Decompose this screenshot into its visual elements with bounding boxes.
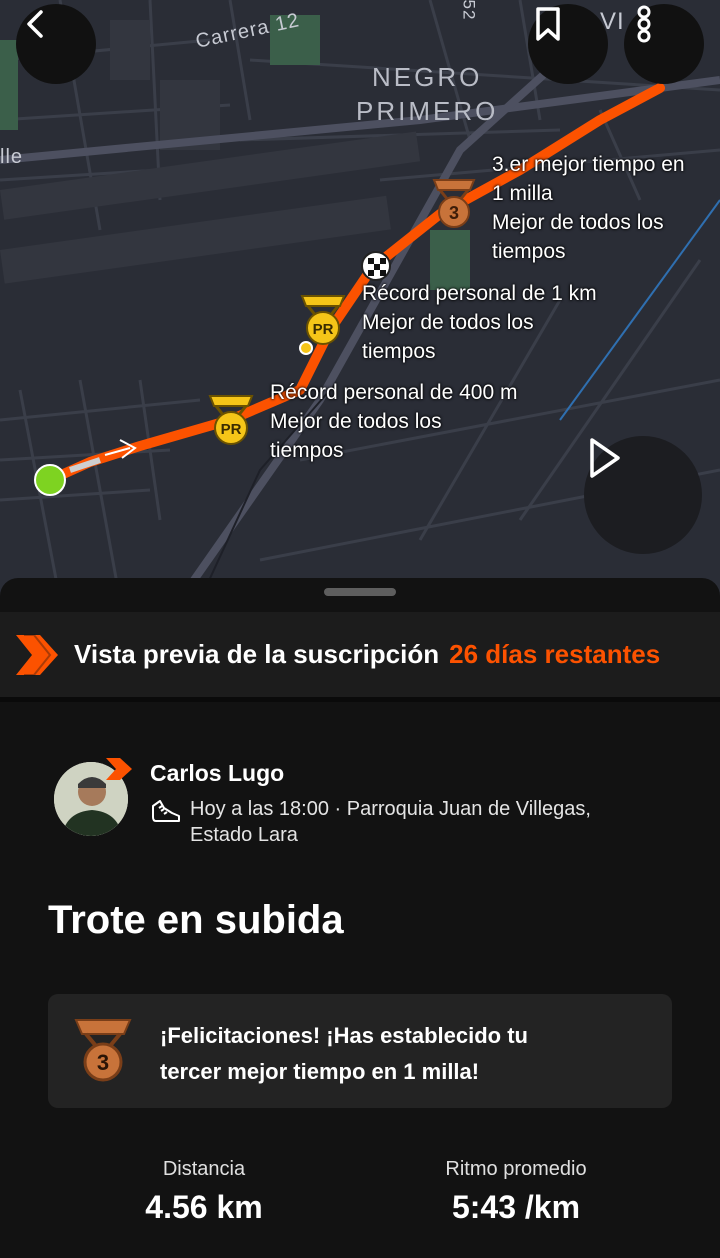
stat-distance: Distancia 4.56 km [74, 1158, 334, 1226]
segment-annotation-1km: Récord personal de 1 km Mejor de todos l… [362, 279, 597, 366]
achievement-message: ¡Felicitaciones! ¡Has establecido tu ter… [160, 1018, 640, 1090]
annotation-line: tiempos [492, 240, 566, 263]
svg-text:PR: PR [221, 421, 242, 438]
segment-annotation-400m: Récord personal de 400 m Mejor de todos … [270, 378, 517, 465]
bookmark-icon [536, 7, 560, 41]
achievement-card[interactable]: 3 ¡Felicitaciones! ¡Has establecido tu t… [48, 994, 672, 1108]
activity-time-location: Hoy a las 18:00 · Parroquia Juan de Vill… [190, 798, 591, 820]
annotation-line: Mejor de todos los [492, 211, 664, 234]
subscriber-badge-icon [106, 758, 132, 780]
pr-medal-icon: PR [300, 295, 346, 345]
promo-title: Vista previa de la suscripción [74, 639, 440, 669]
back-button[interactable] [16, 4, 96, 84]
achievement-line: tercer mejor tiempo en 1 milla! [160, 1059, 480, 1084]
achievement-line: ¡Felicitaciones! ¡Has establecido tu [160, 1023, 528, 1048]
stat-label: Ritmo promedio [445, 1158, 587, 1180]
activity-title: Trote en subida [48, 898, 344, 942]
annotation-line: Mejor de todos los [270, 410, 442, 433]
street-label: lle [0, 146, 24, 168]
play-icon [590, 438, 620, 478]
annotation-line: Mejor de todos los [362, 311, 534, 334]
run-shoe-icon [152, 800, 180, 822]
annotation-line: Récord personal de 400 m [270, 381, 518, 404]
medal-rank: 3 [97, 1050, 109, 1075]
annotation-line: tiempos [362, 340, 436, 363]
subscription-preview-banner[interactable]: Vista previa de la suscripción 26 días re… [0, 612, 720, 702]
promo-label: Vista previa de la suscripción 26 días re… [74, 639, 660, 670]
neighborhood-label: NEGRO [372, 62, 483, 92]
strava-chevron-icon [16, 633, 58, 676]
annotation-line: Récord personal de 1 km [362, 282, 597, 305]
more-vertical-icon [637, 5, 651, 43]
more-options-button[interactable] [624, 4, 704, 84]
bookmark-button[interactable] [528, 4, 608, 84]
stat-pace: Ritmo promedio 5:43 /km [386, 1158, 646, 1226]
bronze-medal-icon: 3 [432, 179, 476, 228]
promo-days-remaining: 26 días restantes [449, 639, 661, 669]
svg-text:3: 3 [449, 203, 459, 223]
activity-sheet: Vista previa de la suscripción 26 días re… [0, 578, 720, 1258]
chevron-left-icon [27, 10, 43, 38]
play-flyover-button[interactable] [584, 436, 702, 554]
svg-text:PR: PR [313, 321, 334, 338]
activity-location-region: Estado Lara [190, 824, 298, 846]
start-marker [34, 464, 66, 496]
street-label: 52 [459, 0, 479, 21]
stat-label: Distancia [162, 1158, 246, 1180]
finish-flag-icon [361, 251, 391, 281]
bronze-medal-icon: 3 [74, 1019, 132, 1082]
athlete-name[interactable]: Carlos Lugo [150, 760, 284, 787]
sheet-drag-handle[interactable] [324, 588, 396, 596]
stat-value: 5:43 /km [451, 1189, 581, 1225]
activity-meta: Hoy a las 18:00 · Parroquia Juan de Vill… [190, 796, 670, 848]
neighborhood-label: PRIMERO [356, 96, 499, 126]
annotation-line: 1 milla [492, 182, 553, 205]
segment-annotation-mile: 3.er mejor tiempo en 1 milla Mejor de to… [492, 150, 685, 266]
annotation-line: 3.er mejor tiempo en [492, 153, 685, 176]
athlete-header[interactable]: Carlos Lugo Hoy a las 18:00 · Parroquia … [54, 758, 694, 850]
stat-value: 4.56 km [145, 1189, 263, 1225]
pr-medal-icon: PR [208, 395, 254, 445]
route-map[interactable]: Carrera 12 lle 52 VI NEGRO PRIMERO 3 PR … [0, 0, 720, 600]
annotation-line: tiempos [270, 439, 344, 462]
